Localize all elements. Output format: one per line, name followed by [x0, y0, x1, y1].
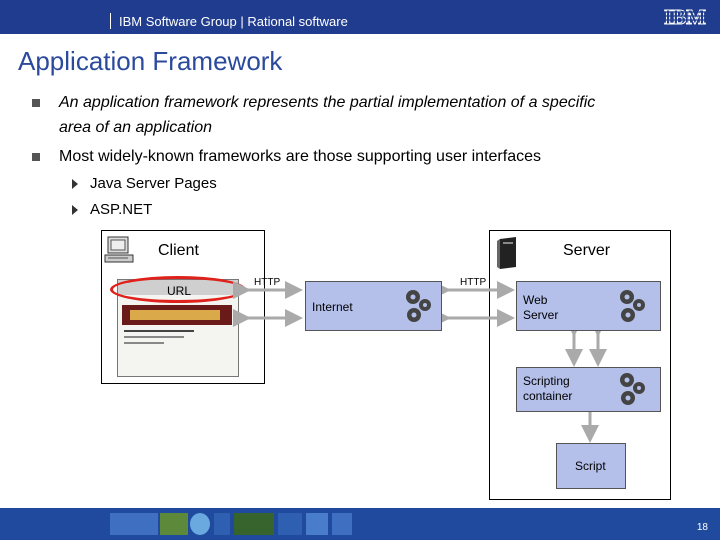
http-label-right: HTTP — [460, 277, 487, 288]
internet-label: Internet — [312, 300, 353, 314]
footer-graphic — [306, 513, 328, 535]
web-server-label-line-1: Web — [523, 293, 548, 307]
footer-bar: 18 — [0, 508, 720, 540]
footer-graphic — [110, 513, 158, 535]
footer-graphic — [278, 513, 302, 535]
script-node: Script — [556, 443, 626, 489]
web-server-label-line-2: Server — [523, 308, 559, 322]
footer-graphic — [332, 513, 352, 535]
footer-graphic — [190, 513, 210, 535]
footer-graphic — [234, 513, 274, 535]
page-number: 18 — [696, 522, 708, 533]
http-label-left: HTTP — [254, 277, 281, 288]
gears-icon — [620, 290, 645, 322]
gears-icon — [406, 290, 431, 322]
scripting-label-line-2: container — [523, 389, 573, 403]
footer-graphic — [160, 513, 188, 535]
script-label: Script — [575, 459, 606, 473]
footer-graphic — [214, 513, 230, 535]
gears-icon — [620, 373, 645, 405]
scripting-label-line-1: Scripting — [523, 374, 570, 388]
